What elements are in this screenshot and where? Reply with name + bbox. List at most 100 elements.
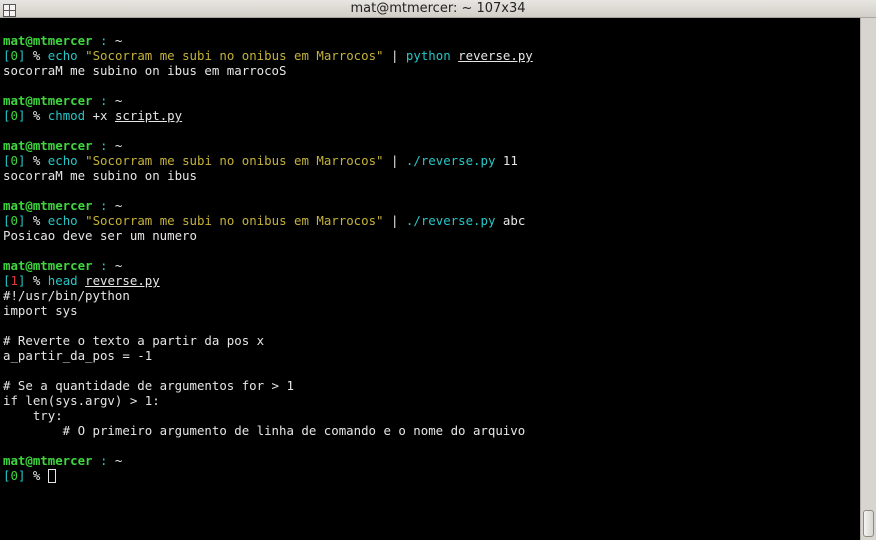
prompt-separator: : <box>92 33 115 48</box>
prompt-separator: : <box>92 138 115 153</box>
prompt-separator: : <box>92 93 115 108</box>
prompt-user: mat@mtmercer <box>3 33 93 48</box>
prompt-separator: : <box>92 453 115 468</box>
output-text: try: <box>3 408 63 423</box>
exit-status: 0 <box>10 468 18 483</box>
output-line: # O primeiro argumento de linha de coman… <box>3 423 533 438</box>
prompt-directory: ~ <box>114 198 123 213</box>
prompt-header: mat@mtmercer : ~ <box>3 33 533 48</box>
pipe-executable: ./reverse.py <box>405 153 496 168</box>
terminal-output: mat@mtmercer : ~ [0] % echo "Socorram me … <box>3 18 533 483</box>
command-line: [0] % echo "Socorram me subi no onibus e… <box>3 48 533 63</box>
window-title: mat@mtmercer: ~ 107x34 <box>350 1 526 16</box>
output-text: import sys <box>3 303 78 318</box>
command-line: [0] % echo "Socorram me subi no onibus e… <box>3 213 533 228</box>
output-line: # Reverte o texto a partir da pos x <box>3 333 533 348</box>
prompt-header: mat@mtmercer : ~ <box>3 258 533 273</box>
command-line: [1] % head reverse.py <box>3 273 533 288</box>
pipe-executable: python <box>405 48 451 63</box>
prompt-directory: ~ <box>114 33 123 48</box>
vertical-scrollbar[interactable] <box>860 18 876 540</box>
command-line: [0] % echo "Socorram me subi no onibus e… <box>3 153 533 168</box>
pipe-executable: ./reverse.py <box>405 213 496 228</box>
output-line: socorraM me subino on ibus <box>3 168 533 183</box>
exit-status: 0 <box>10 213 18 228</box>
prompt-directory: ~ <box>114 453 123 468</box>
command-extra-arg: 11 <box>502 153 518 168</box>
script-file: reverse.py <box>458 48 533 63</box>
prompt-symbol: % <box>25 108 48 123</box>
output-text: socorraM me subino on ibus <box>3 168 197 183</box>
output-line: #!/usr/bin/python <box>3 288 533 303</box>
output-line: try: <box>3 408 533 423</box>
text-cursor[interactable] <box>47 469 56 483</box>
prompt-directory: ~ <box>114 258 123 273</box>
output-line: Posicao deve ser um numero <box>3 228 533 243</box>
command-name: echo <box>47 213 78 228</box>
prompt-directory: ~ <box>114 93 123 108</box>
prompt-symbol: % <box>25 468 48 483</box>
script-file: script.py <box>114 108 183 123</box>
prompt-symbol: % <box>25 273 48 288</box>
command-string-arg: "Socorram me subi no onibus em Marrocos" <box>85 153 384 168</box>
terminal-window: mat@mtmercer: ~ 107x34 mat@mtmercer : ~[… <box>0 0 876 540</box>
command-string-arg: "Socorram me subi no onibus em Marrocos" <box>85 213 384 228</box>
output-text: if len(sys.argv) > 1: <box>3 393 160 408</box>
pipe-symbol: | <box>390 153 399 168</box>
prompt-user: mat@mtmercer <box>3 453 93 468</box>
output-text: # O primeiro argumento de linha de coman… <box>3 423 526 438</box>
pipe-symbol: | <box>390 213 399 228</box>
prompt-separator: : <box>92 198 115 213</box>
prompt-user: mat@mtmercer <box>3 198 93 213</box>
prompt-header: mat@mtmercer : ~ <box>3 138 533 153</box>
output-text: # Reverte o texto a partir da pos x <box>3 333 265 348</box>
prompt-symbol: % <box>25 48 48 63</box>
command-name: head <box>47 273 78 288</box>
output-line: if len(sys.argv) > 1: <box>3 393 533 408</box>
output-text: #!/usr/bin/python <box>3 288 130 303</box>
command-extra-arg: abc <box>502 213 526 228</box>
command-flag: +x <box>92 108 108 123</box>
command-line: [0] % chmod +x script.py <box>3 108 533 123</box>
command-name: chmod <box>47 108 86 123</box>
prompt-symbol: % <box>25 153 48 168</box>
output-line: socorraM me subino on ibus em marrocoS <box>3 63 533 78</box>
prompt-header: mat@mtmercer : ~ <box>3 198 533 213</box>
exit-status: 0 <box>10 153 18 168</box>
output-line: # Se a quantidade de argumentos for > 1 <box>3 378 533 393</box>
prompt-separator: : <box>92 258 115 273</box>
title-bar[interactable]: mat@mtmercer: ~ 107x34 <box>0 0 876 18</box>
prompt-symbol: % <box>25 213 48 228</box>
output-text: Posicao deve ser um numero <box>3 228 197 243</box>
prompt-header: mat@mtmercer : ~ <box>3 93 533 108</box>
command-line: [0] % <box>3 468 533 483</box>
output-line: import sys <box>3 303 533 318</box>
command-name: echo <box>47 48 78 63</box>
prompt-user: mat@mtmercer <box>3 93 93 108</box>
output-line: a_partir_da_pos = -1 <box>3 348 533 363</box>
terminal-area[interactable]: mat@mtmercer : ~ [0] % echo "Socorram me … <box>0 18 860 540</box>
prompt-directory: ~ <box>114 138 123 153</box>
exit-status: 1 <box>10 273 18 288</box>
scrollbar-thumb[interactable] <box>863 510 874 537</box>
output-text: socorraM me subino on ibus em marrocoS <box>3 63 287 78</box>
command-name: echo <box>47 153 78 168</box>
prompt-user: mat@mtmercer <box>3 138 93 153</box>
output-text: a_partir_da_pos = -1 <box>3 348 153 363</box>
output-text: # Se a quantidade de argumentos for > 1 <box>3 378 294 393</box>
command-string-arg: "Socorram me subi no onibus em Marrocos" <box>85 48 384 63</box>
prompt-header: mat@mtmercer : ~ <box>3 453 533 468</box>
prompt-user: mat@mtmercer <box>3 258 93 273</box>
script-file: reverse.py <box>85 273 160 288</box>
exit-status: 0 <box>10 108 18 123</box>
exit-status: 0 <box>10 48 18 63</box>
pipe-symbol: | <box>390 48 399 63</box>
